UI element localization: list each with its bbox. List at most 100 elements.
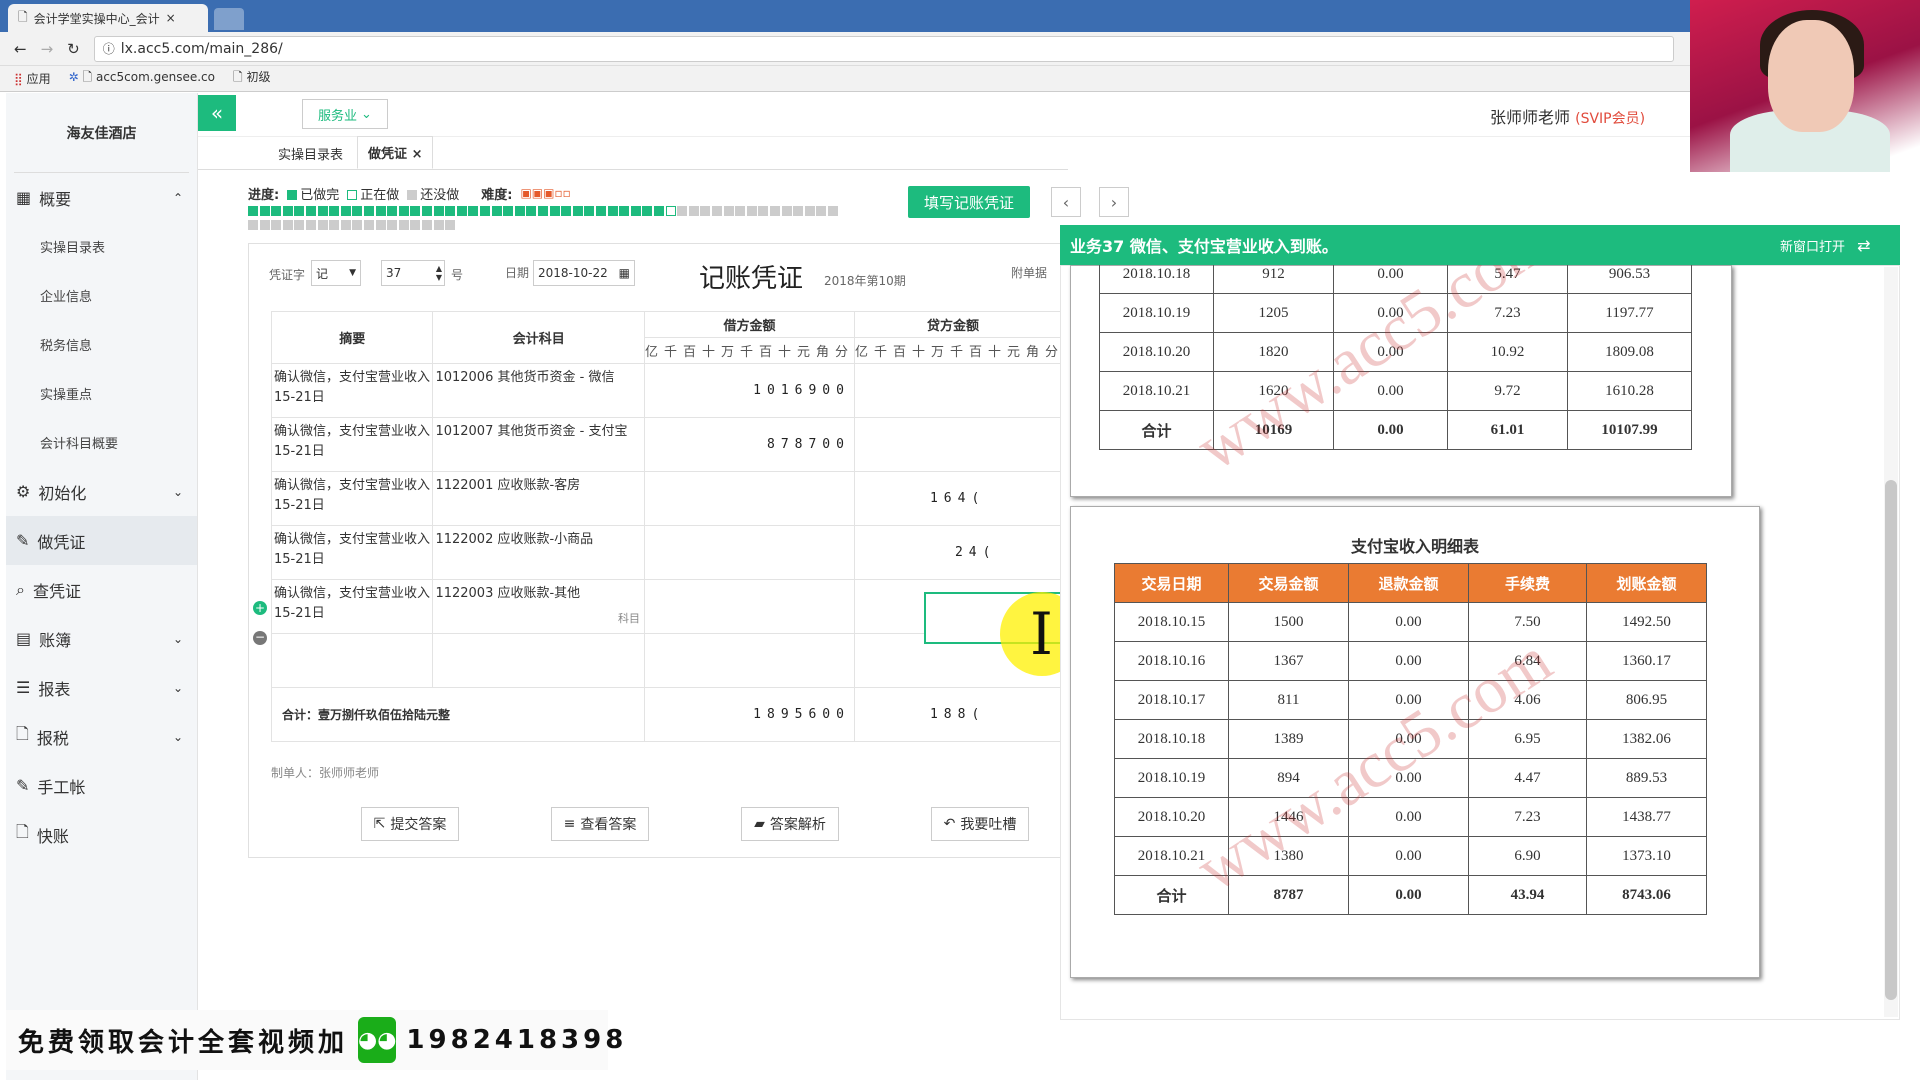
- row-account[interactable]: 1012006 其他货币资金 - 微信: [432, 363, 645, 418]
- voucher-row[interactable]: 确认微信，支付宝营业收入15-21日 1012007 其他货币资金 - 支付宝 …: [270, 417, 1065, 472]
- progress-cell[interactable]: [294, 220, 305, 230]
- row-debit[interactable]: 1016900: [643, 363, 855, 418]
- row-debit[interactable]: [643, 579, 855, 634]
- progress-cell[interactable]: [306, 206, 316, 216]
- row-account[interactable]: 1012007 其他货币资金 - 支付宝: [432, 417, 645, 472]
- sidebar-item-report[interactable]: ☰ 报表 ⌄: [6, 663, 197, 712]
- row-summary[interactable]: 确认微信，支付宝营业收入15-21日: [270, 525, 434, 580]
- prev-button[interactable]: ‹: [1051, 187, 1081, 217]
- progress-cell[interactable]: [364, 206, 374, 216]
- progress-cell[interactable]: [456, 206, 467, 216]
- progress-cell[interactable]: [746, 206, 757, 216]
- progress-cell[interactable]: [538, 206, 548, 216]
- row-account[interactable]: 1122002 应收账款-小商品: [432, 525, 645, 580]
- sidebar-item-quick[interactable]: 🗋 快账: [6, 810, 197, 859]
- voucher-row[interactable]: 确认微信，支付宝营业收入15-21日 1122002 应收账款-小商品 24(: [270, 525, 1065, 580]
- progress-cell[interactable]: [688, 206, 699, 216]
- sidebar-sub-company-info[interactable]: 企业信息: [6, 271, 197, 320]
- progress-cell[interactable]: [375, 220, 386, 230]
- progress-cell[interactable]: [781, 206, 792, 216]
- progress-cell[interactable]: [306, 220, 316, 230]
- collapse-sidebar-button[interactable]: «: [198, 95, 236, 131]
- voucher-row[interactable]: 确认微信，支付宝营业收入15-21日 1122001 应收账款-客房 164(: [270, 471, 1065, 526]
- row-summary[interactable]: 确认微信，支付宝营业收入15-21日: [270, 417, 434, 472]
- progress-cell[interactable]: [468, 206, 479, 216]
- forward-icon[interactable]: →: [41, 40, 54, 58]
- row-debit[interactable]: 878700: [643, 417, 855, 472]
- row-credit[interactable]: 164(: [853, 471, 1065, 526]
- row-credit[interactable]: 24(: [853, 525, 1065, 580]
- fill-voucher-button[interactable]: 填写记账凭证: [908, 186, 1030, 218]
- progress-cell[interactable]: [271, 220, 282, 230]
- view-answer-button[interactable]: ≡ 查看答案: [551, 807, 649, 841]
- sidebar-sub-tax-info[interactable]: 税务信息: [6, 320, 197, 369]
- task-progress-bar[interactable]: [248, 206, 848, 234]
- progress-cell[interactable]: [770, 206, 780, 216]
- progress-cell[interactable]: [619, 206, 630, 216]
- progress-cell[interactable]: [445, 220, 456, 230]
- next-button[interactable]: ›: [1099, 187, 1129, 217]
- row-account[interactable]: 1122003 应收账款-其他 科目: [432, 579, 645, 634]
- sidebar-item-overview[interactable]: ▦ 概要 ⌃: [6, 173, 197, 222]
- row-summary[interactable]: 确认微信，支付宝营业收入15-21日: [270, 579, 434, 634]
- sidebar-item-init[interactable]: ⚙ 初始化 ⌄: [6, 467, 197, 516]
- browser-tab[interactable]: 🗋 会计学堂实操中心_会计 ×: [8, 4, 208, 32]
- voucher-number-input[interactable]: 37 ▲ ▼: [381, 260, 445, 286]
- date-input[interactable]: 2018-10-22 ▦: [533, 260, 635, 286]
- bookmark-gensee[interactable]: ✲ 🗋 acc5com.gensee.co: [69, 68, 215, 89]
- progress-cell[interactable]: [630, 206, 641, 216]
- progress-cell[interactable]: [433, 220, 444, 230]
- sidebar-item-ledger[interactable]: ▤ 账簿 ⌄: [6, 614, 197, 663]
- progress-cell[interactable]: [329, 220, 340, 230]
- progress-cell[interactable]: [433, 206, 444, 216]
- progress-cell[interactable]: [793, 206, 804, 216]
- row-credit[interactable]: [853, 363, 1065, 418]
- close-icon[interactable]: ×: [166, 11, 176, 25]
- progress-cell[interactable]: [282, 206, 293, 216]
- progress-cell[interactable]: [572, 206, 583, 216]
- progress-cell[interactable]: [294, 206, 305, 216]
- progress-cell[interactable]: [340, 206, 351, 216]
- row-account[interactable]: 1122001 应收账款-客房: [432, 471, 645, 526]
- progress-cell[interactable]: [549, 206, 560, 216]
- submit-answer-button[interactable]: ⇱ 提交答案: [361, 807, 459, 841]
- progress-cell[interactable]: [514, 206, 525, 216]
- sidebar-item-find-voucher[interactable]: ⌕ 查凭证: [6, 565, 197, 614]
- progress-cell[interactable]: [700, 206, 711, 216]
- answer-analysis-button[interactable]: ▰ 答案解析: [741, 807, 839, 841]
- progress-cell[interactable]: [665, 206, 676, 216]
- progress-cell[interactable]: [607, 206, 618, 216]
- progress-cell[interactable]: [491, 206, 502, 216]
- progress-cell[interactable]: [526, 206, 537, 216]
- progress-cell[interactable]: [352, 206, 363, 216]
- progress-cell[interactable]: [364, 220, 374, 230]
- sidebar-item-make-voucher[interactable]: ✎ 做凭证: [6, 516, 197, 565]
- progress-cell[interactable]: [712, 206, 722, 216]
- sidebar-item-tax[interactable]: 🗋 报税 ⌄: [6, 712, 197, 761]
- progress-cell[interactable]: [816, 206, 827, 216]
- tab-make-voucher[interactable]: 做凭证 ×: [357, 136, 434, 169]
- progress-cell[interactable]: [329, 206, 340, 216]
- reload-icon[interactable]: ↻: [67, 40, 80, 58]
- remove-row-icon[interactable]: −: [253, 631, 267, 645]
- user-label[interactable]: 张师师老师 (SVIP会员): [1490, 104, 1645, 128]
- progress-cell[interactable]: [375, 206, 386, 216]
- progress-cell[interactable]: [282, 220, 293, 230]
- progress-cell[interactable]: [480, 206, 490, 216]
- voucher-row[interactable]: 确认微信，支付宝营业收入15-21日 1012006 其他货币资金 - 微信 1…: [270, 363, 1065, 418]
- sidebar-sub-key-points[interactable]: 实操重点: [6, 369, 197, 418]
- url-input[interactable]: ⓘ lx.acc5.com/main_286/: [93, 35, 1674, 62]
- open-new-window-button[interactable]: 新窗口打开 ⇄: [1780, 236, 1871, 255]
- back-icon[interactable]: ←: [14, 40, 27, 58]
- feedback-button[interactable]: ↶ 我要吐槽: [931, 807, 1029, 841]
- sidebar-sub-catalog[interactable]: 实操目录表: [6, 222, 197, 271]
- progress-cell[interactable]: [248, 206, 258, 216]
- progress-cell[interactable]: [259, 206, 270, 216]
- progress-cell[interactable]: [398, 206, 409, 216]
- row-debit[interactable]: [643, 471, 855, 526]
- row-credit[interactable]: [853, 417, 1065, 472]
- progress-cell[interactable]: [387, 206, 398, 216]
- progress-cell[interactable]: [398, 220, 409, 230]
- progress-cell[interactable]: [271, 206, 282, 216]
- progress-cell[interactable]: [642, 206, 653, 216]
